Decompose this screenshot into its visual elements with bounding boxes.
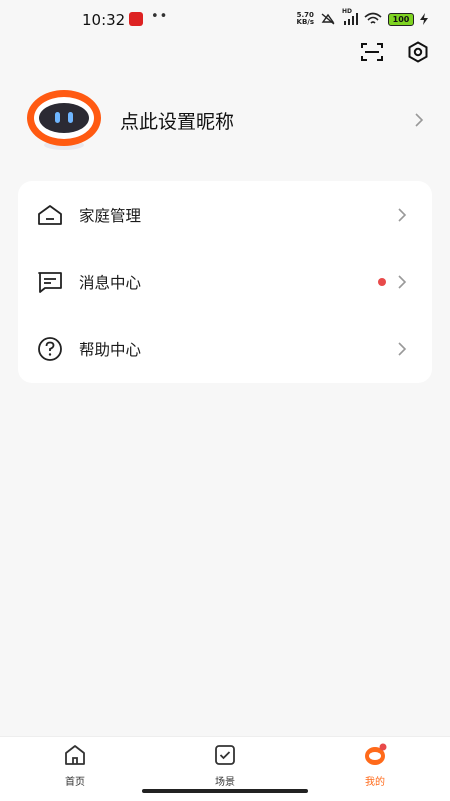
scene-check-icon bbox=[215, 745, 235, 765]
network-speed-unit: KB/s bbox=[296, 18, 314, 26]
scan-icon bbox=[361, 43, 383, 61]
tab-label: 我的 bbox=[365, 777, 385, 788]
top-actions bbox=[360, 40, 430, 64]
avatar[interactable] bbox=[26, 88, 102, 152]
home-indicator[interactable] bbox=[142, 789, 308, 793]
robot-avatar-icon bbox=[27, 90, 101, 150]
tab-label: 首页 bbox=[65, 777, 85, 788]
settings-hexagon-icon bbox=[408, 41, 428, 63]
status-time: 10:32 bbox=[82, 11, 126, 29]
nickname-label[interactable]: 点此设置昵称 bbox=[120, 107, 412, 134]
menu-item-help-center[interactable]: 帮助中心 bbox=[18, 315, 432, 382]
message-icon bbox=[38, 271, 62, 293]
chevron-right-icon bbox=[398, 341, 407, 356]
chevron-right-icon bbox=[415, 113, 424, 127]
profile-icon bbox=[365, 743, 387, 765]
profile-row[interactable]: 点此设置昵称 bbox=[26, 88, 426, 152]
menu-item-message-center[interactable]: 消息中心 bbox=[18, 248, 432, 315]
chevron-right-icon bbox=[398, 274, 407, 289]
status-bar: 10:32 •• 5.70 KB/s HD 100 bbox=[0, 0, 450, 38]
mute-icon bbox=[321, 13, 335, 25]
help-circle-icon bbox=[38, 336, 62, 361]
menu-item-label: 家庭管理 bbox=[79, 206, 142, 225]
battery-icon: 100 bbox=[388, 12, 414, 26]
charging-icon bbox=[420, 13, 428, 25]
scan-button[interactable] bbox=[360, 40, 384, 64]
tab-home[interactable]: 首页 bbox=[30, 743, 120, 791]
menu-card: 家庭管理 消息中心 帮助中心 bbox=[18, 181, 432, 383]
tab-label: 场景 bbox=[215, 777, 235, 788]
cell-signal-icon: HD bbox=[342, 8, 358, 26]
settings-button[interactable] bbox=[406, 40, 430, 64]
home-outline-icon bbox=[38, 204, 62, 225]
menu-item-label: 消息中心 bbox=[79, 273, 142, 292]
tab-me[interactable]: 我的 bbox=[330, 743, 420, 791]
chevron-right-icon bbox=[398, 207, 407, 222]
tab-scene[interactable]: 场景 bbox=[180, 743, 270, 791]
status-icons: 5.70 KB/s HD 100 bbox=[297, 8, 428, 26]
home-icon bbox=[65, 745, 85, 765]
unread-badge bbox=[378, 277, 386, 286]
menu-item-family-management[interactable]: 家庭管理 bbox=[18, 181, 432, 248]
wifi-icon bbox=[364, 12, 382, 24]
menu-item-label: 帮助中心 bbox=[79, 340, 142, 359]
app-notification-icon bbox=[129, 12, 143, 26]
more-notifications-indicator: •• bbox=[151, 9, 169, 24]
network-speed: 5.70 KB/s bbox=[297, 12, 314, 26]
